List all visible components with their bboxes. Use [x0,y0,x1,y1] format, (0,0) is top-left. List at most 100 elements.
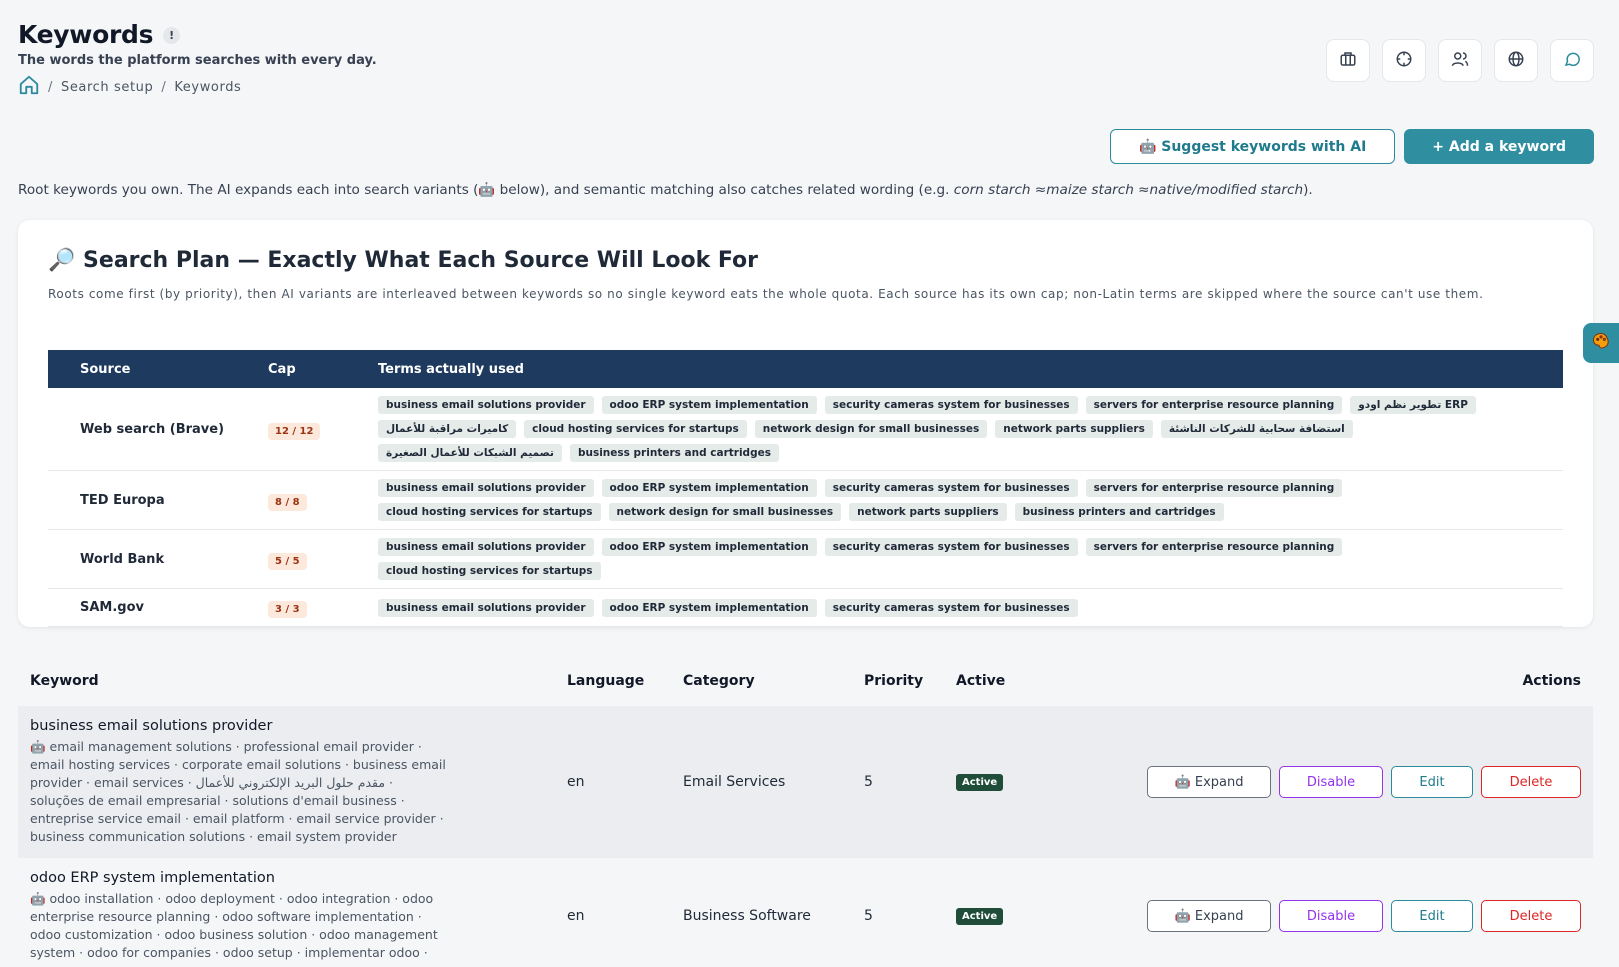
status-badge: Active [956,908,1004,925]
term-chip: كاميرات مراقبة للأعمال [378,420,517,438]
term-chip: odoo ERP system implementation [601,598,817,617]
source-name: SAM.gov [80,588,268,627]
breadcrumb: / Search setup / Keywords [18,74,377,100]
col-category[interactable]: Category [671,656,852,706]
plan-row-world-bank: World Bank 5 / 5 business email solution… [48,529,1563,589]
page-title: Keywords [18,20,154,49]
breadcrumb-separator: / [161,79,167,95]
col-actions: Actions [1522,673,1581,689]
term-list: business email solutions provider odoo E… [378,479,1563,521]
table-row: odoo ERP system implementation 🤖 odoo in… [18,858,1593,967]
palette-icon [1591,331,1611,355]
delete-button[interactable]: Delete [1481,766,1581,798]
cap-badge: 5 / 5 [268,552,307,570]
suggest-keywords-button[interactable]: 🤖 Suggest keywords with AI [1109,129,1396,164]
term-chip: odoo ERP system implementation [601,396,817,414]
expand-button[interactable]: 🤖 Expand [1147,900,1271,932]
edit-button[interactable]: Edit [1391,766,1473,798]
source-name: Web search (Brave) [80,388,268,471]
keyword-priority: 5 [852,706,944,858]
intro-suffix: ). [1303,182,1313,198]
search-plan-table: Source Cap Terms actually used Web searc… [48,350,1563,627]
search-plan-title: 🔎 Search Plan — Exactly What Each Source… [48,248,758,273]
breadcrumb-search-setup[interactable]: Search setup [61,80,153,95]
term-chip: security cameras system for businesses [824,479,1078,497]
term-chip: network design for small businesses [608,503,842,521]
theme-side-tab[interactable] [1583,323,1619,363]
col-language[interactable]: Language [555,656,671,706]
delete-button[interactable]: Delete [1481,900,1581,932]
crosshair-icon [1395,50,1413,72]
intro-prefix: Root keywords you own. The AI expands ea… [18,182,954,198]
term-chip: تطوير نظم اودو ERP [1350,396,1476,414]
col-priority[interactable]: Priority [852,656,944,706]
target-button[interactable] [1382,39,1426,82]
home-icon[interactable] [18,74,40,100]
edit-button[interactable]: Edit [1391,900,1473,932]
keyword-variants: 🤖 email management solutions · professio… [30,739,446,844]
term-chip: odoo ERP system implementation [601,479,817,497]
term-chip: network design for small businesses [754,420,988,438]
status-badge: Active [956,774,1004,791]
term-chip: تصميم الشبكات للأعمال الصغيرة [378,444,562,462]
term-chip: cloud hosting services for startups [378,562,601,580]
row-actions: 🤖 Expand Disable Edit Delete [1116,900,1581,932]
keyword-variants: 🤖 odoo installation · odoo deployment · … [30,891,438,960]
briefcase-button[interactable] [1326,39,1370,82]
keywords-table-header: Keyword Language Category Priority Activ… [18,656,1593,706]
keyword-name: odoo ERP system implementation [30,870,275,886]
info-icon[interactable]: ! [163,27,181,44]
term-list: business email solutions provider odoo E… [378,538,1563,580]
chat-button[interactable] [1550,39,1594,82]
breadcrumb-separator: / [48,79,53,95]
briefcase-icon [1339,50,1357,72]
plan-row-ted: TED Europa 8 / 8 business email solution… [48,470,1563,530]
keyword-actions: 🤖 Suggest keywords with AI + Add a keywo… [1109,129,1594,164]
search-plan-card: 🔎 Search Plan — Exactly What Each Source… [18,220,1593,627]
term-chip: security cameras system for businesses [824,538,1078,556]
term-chip: cloud hosting services for startups [378,503,601,521]
plan-table-header: Source Cap Terms actually used [48,350,1563,388]
keyword-name: business email solutions provider [30,718,273,734]
term-chip: business email solutions provider [378,538,594,556]
term-chip: network parts suppliers [849,503,1007,521]
intro-example: corn starch ≈maize starch ≈native/modifi… [953,182,1304,198]
term-chip: business email solutions provider [378,598,594,617]
cap-badge: 3 / 3 [268,601,307,618]
top-toolbar [1326,39,1594,82]
term-list: business email solutions provider odoo E… [378,396,1563,462]
disable-button[interactable]: Disable [1279,900,1383,932]
keyword-language: en [555,706,671,858]
users-button[interactable] [1438,39,1482,82]
col-source: Source [80,350,268,388]
keyword-category: Email Services [671,706,852,858]
row-actions: 🤖 Expand Disable Edit Delete [1116,766,1581,798]
term-list: business email solutions provider odoo E… [378,598,1563,617]
term-chip: servers for enterprise resource planning [1085,479,1343,497]
breadcrumb-keywords: Keywords [174,79,242,95]
add-keyword-button[interactable]: + Add a keyword [1404,129,1594,164]
keyword-language: en [555,858,671,967]
cap-badge: 12 / 12 [268,422,321,440]
page-subtitle: The words the platform searches with eve… [18,53,377,68]
term-chip: security cameras system for businesses [824,396,1078,414]
term-chip: security cameras system for businesses [824,598,1078,617]
col-terms: Terms actually used [378,350,1563,388]
term-chip: odoo ERP system implementation [601,538,817,556]
term-chip: استضافة سحابية للشركات الناشئة [1160,420,1353,438]
term-chip: cloud hosting services for startups [524,420,747,438]
plan-row-sam-gov: SAM.gov 3 / 3 business email solutions p… [48,588,1563,627]
term-chip: network parts suppliers [995,420,1153,438]
language-button[interactable] [1494,39,1538,82]
search-plan-description: Roots come first (by priority), then AI … [48,287,1484,301]
plan-row-brave: Web search (Brave) 12 / 12 business emai… [48,388,1563,471]
source-name: TED Europa [80,470,268,530]
col-keyword[interactable]: Keyword [18,656,555,706]
table-row: business email solutions provider 🤖 emai… [18,706,1593,858]
page-header: Keywords! The words the platform searche… [18,20,377,100]
col-active[interactable]: Active [944,656,1104,706]
cap-badge: 8 / 8 [268,493,307,511]
users-icon [1451,50,1469,72]
expand-button[interactable]: 🤖 Expand [1147,766,1271,798]
disable-button[interactable]: Disable [1279,766,1383,798]
